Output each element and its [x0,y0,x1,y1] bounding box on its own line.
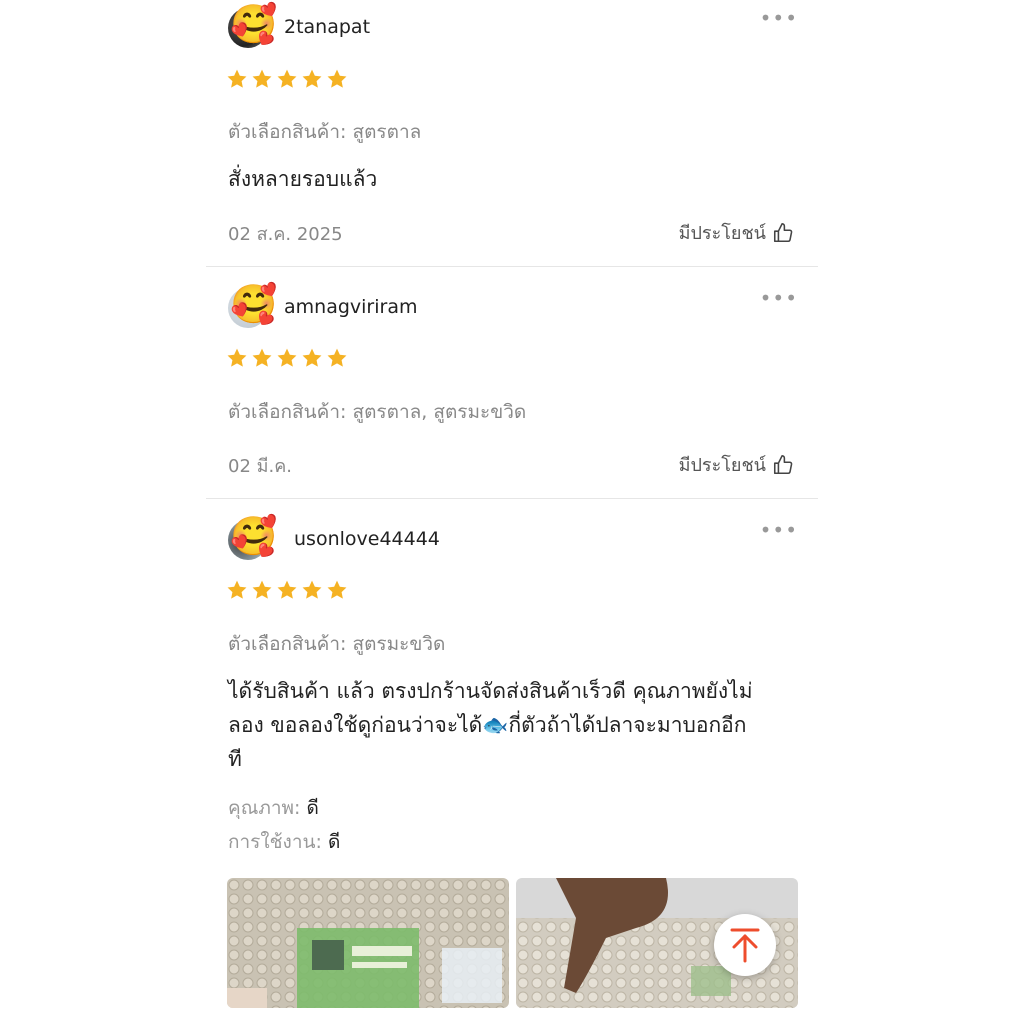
variant-info: ตัวเลือกสินค้า: สูตรตาล, สูตรมะขวิด [228,397,526,427]
reviewer-row: 🥰 amnagviriram [228,282,417,328]
variant-value: สูตรมะขวิด [352,633,446,655]
fish-emoji: 🐟 [482,713,509,737]
thumbs-up-icon [773,222,793,242]
star-icon [227,580,247,599]
reviewer-username[interactable]: 2tanapat [284,16,370,38]
scroll-to-top-button[interactable] [714,914,776,976]
star-icon [302,69,322,88]
star-icon [252,69,272,88]
thumbs-up-icon [773,454,793,474]
star-icon [227,348,247,367]
star-icon [277,69,297,88]
more-icon[interactable]: ••• [760,6,798,30]
helpful-label: มีประโยชน์ [678,455,766,476]
reviewer-username[interactable]: amnagviriram [284,296,417,318]
star-icon [252,580,272,599]
avatar-sticker-emoji: 🥰 [230,514,278,558]
star-icon [302,348,322,367]
reviewer-row: 🥰 usonlove44444 [228,514,440,560]
star-rating [226,347,348,369]
review-date: 02 ส.ค. 2025 [228,224,343,245]
helpful-button[interactable]: มีประโยชน์ [679,218,794,247]
variant-label: ตัวเลือกสินค้า: [228,633,347,655]
star-icon [277,348,297,367]
review-photo-1-image [227,878,509,1008]
comment-line-1: ได้รับสินค้า แล้ว ตรงปกร้านจัดส่งสินค้าเ… [228,679,753,703]
comment-line-2: ลอง ขอลองใช้ดูก่อนว่าจะได้🐟กี่ตัวถ้าได้ป… [228,708,798,742]
review-comment: ได้รับสินค้า แล้ว ตรงปกร้านจัดส่งสินค้าเ… [228,674,798,776]
more-icon[interactable]: ••• [760,286,798,310]
avatar-sticker-emoji: 🥰 [230,282,278,326]
comment-line-2b: กี่ตัวถ้าได้ปลาจะมาบอกอีก [508,713,747,737]
star-rating [226,68,348,90]
usage-attribute: การใช้งาน: ดี [228,827,340,857]
star-icon [327,580,347,599]
quality-label: คุณภาพ: [228,797,301,819]
comment-line-3: ที [228,747,242,771]
avatar[interactable]: 🥰 [228,282,277,328]
avatar[interactable]: 🥰 [228,514,277,560]
review-date: 02 มี.ค. [228,456,292,477]
avatar[interactable]: 🥰 [228,2,277,48]
avatar-sticker-emoji: 🥰 [230,2,278,46]
variant-label: ตัวเลือกสินค้า: [228,401,347,423]
star-icon [277,580,297,599]
usage-value: ดี [327,831,341,853]
quality-attribute: คุณภาพ: ดี [228,793,319,823]
review-card-2: 🥰 amnagviriram ••• ตัวเลือกสินค้า: สูตรต… [206,267,818,498]
variant-info: ตัวเลือกสินค้า: สูตรตาล [228,117,421,147]
variant-label: ตัวเลือกสินค้า: [228,121,347,143]
helpful-button[interactable]: มีประโยชน์ [679,450,794,479]
star-icon [327,69,347,88]
review-card-1: 🥰 2tanapat ••• ตัวเลือกสินค้า: สูตรตาล ส… [206,0,818,266]
variant-info: ตัวเลือกสินค้า: สูตรมะขวิด [228,629,445,659]
variant-value: สูตรตาล, สูตรมะขวิด [352,401,527,423]
review-comment: สั่งหลายรอบแล้ว [228,167,378,191]
more-icon[interactable]: ••• [760,518,798,542]
helpful-label: มีประโยชน์ [678,223,766,244]
variant-value: สูตรตาล [352,121,422,143]
review-photo-1[interactable] [227,878,509,1008]
arrow-up-icon [730,928,760,963]
comment-line-2a: ลอง ขอลองใช้ดูก่อนว่าจะได้ [228,713,483,737]
star-rating [226,579,348,601]
star-icon [302,580,322,599]
star-icon [227,69,247,88]
reviewer-username[interactable]: usonlove44444 [294,528,440,550]
reviewer-row: 🥰 2tanapat [228,2,370,48]
star-icon [252,348,272,367]
usage-label: การใช้งาน: [228,831,322,853]
star-icon [327,348,347,367]
quality-value: ดี [306,797,319,819]
